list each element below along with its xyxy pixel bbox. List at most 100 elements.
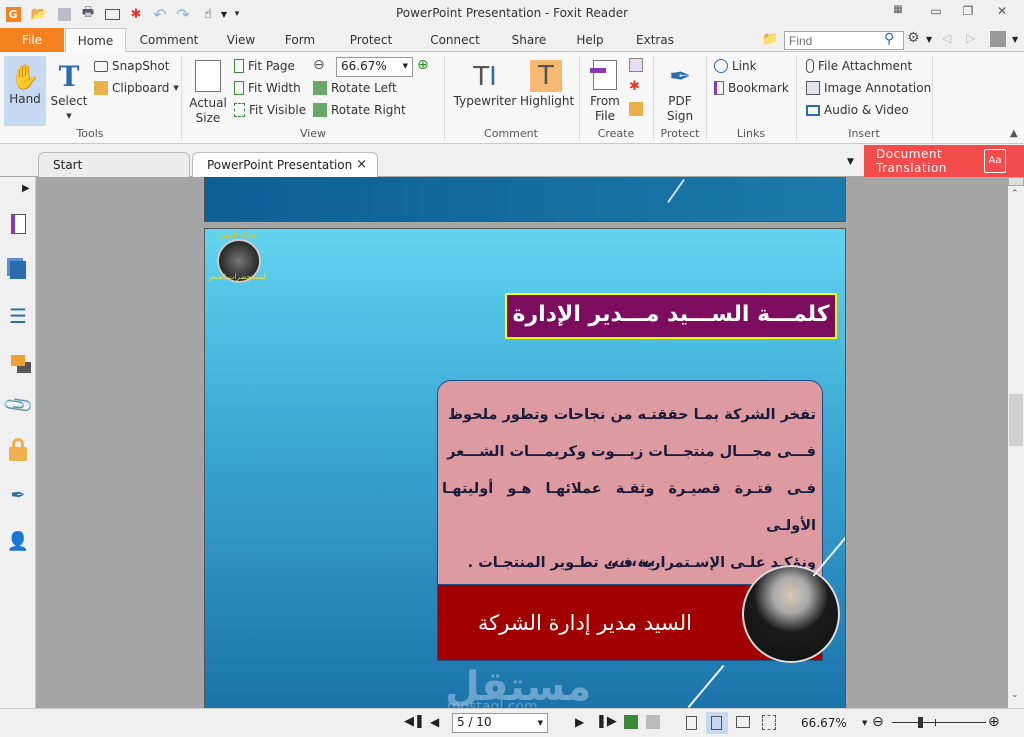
clipboard-button[interactable]: Clipboard ▼ xyxy=(94,78,179,98)
hand-tool-button[interactable]: ✋ Hand xyxy=(4,56,46,126)
from-clipboard-icon[interactable] xyxy=(629,102,643,116)
continuous-facing-icon[interactable] xyxy=(762,715,776,730)
image-annotation-button[interactable]: Image Annotation xyxy=(806,78,931,98)
globe-link-icon xyxy=(714,59,728,73)
tab-powerpoint-presentation[interactable]: PowerPoint Presentation × xyxy=(192,152,378,177)
combine-files-icon[interactable] xyxy=(629,58,643,72)
page-number-input[interactable]: 5 / 10 ▼ xyxy=(452,713,548,733)
tab-list-dropdown-icon[interactable]: ▼ xyxy=(847,157,854,167)
fullscreen-icon[interactable]: ▦ xyxy=(888,4,908,22)
next-page-icon[interactable]: ▶ xyxy=(575,715,584,729)
first-page-icon[interactable]: ◀❚ xyxy=(404,714,425,729)
folder-search-icon[interactable]: 📁 xyxy=(762,32,778,47)
zoom-in-icon[interactable]: ⊕ xyxy=(417,57,429,73)
settings-gear-icon[interactable]: ⚙ xyxy=(907,30,920,46)
blank-page-icon[interactable]: ✱ xyxy=(629,79,640,94)
user-dropdown-icon[interactable]: ▼ xyxy=(1012,35,1018,44)
tab-home[interactable]: Home xyxy=(65,28,126,53)
comments-panel-icon[interactable] xyxy=(6,348,30,372)
actual-size-icon xyxy=(195,60,221,92)
forward-nav-icon[interactable]: ▷ xyxy=(966,31,975,45)
settings-dropdown-icon[interactable]: ▼ xyxy=(926,35,932,44)
zoom-dropdown-icon: ▼ xyxy=(402,62,408,70)
camera-icon xyxy=(94,60,108,72)
tab-protect[interactable]: Protect xyxy=(342,28,400,52)
signatures-panel-icon[interactable]: ✒ xyxy=(6,483,30,507)
close-button[interactable]: ✕ xyxy=(992,4,1012,22)
document-translation-button[interactable]: Document Translation Aa xyxy=(864,145,1024,177)
pdf-sign-button[interactable]: ✒ PDF Sign xyxy=(660,56,700,124)
zoom-slider-track[interactable] xyxy=(892,722,986,723)
tab-form[interactable]: Form xyxy=(278,28,322,52)
zoom-in-icon[interactable]: ⊕ xyxy=(988,714,1000,730)
select-tool-button[interactable]: T Select ▼ xyxy=(50,56,88,124)
search-icon[interactable]: ⚲ xyxy=(884,31,894,47)
zoom-slider-thumb[interactable] xyxy=(918,717,923,728)
user-comments-panel-icon[interactable]: 👤 xyxy=(6,529,30,553)
tab-extras[interactable]: Extras xyxy=(630,28,680,52)
from-file-button[interactable]: From File xyxy=(586,56,624,124)
audio-video-button[interactable]: Audio & Video xyxy=(806,100,909,120)
tab-connect[interactable]: Connect xyxy=(424,28,486,52)
collapse-ribbon-icon[interactable]: ▲ xyxy=(1010,128,1018,139)
zoom-select[interactable]: 66.67% ▼ xyxy=(336,57,413,77)
tab-document-label: PowerPoint Presentation xyxy=(207,158,353,172)
scroll-thumb[interactable] xyxy=(1009,394,1023,446)
restore-button[interactable]: ❐ xyxy=(958,4,978,22)
layers-panel-icon[interactable]: ☰ xyxy=(6,304,30,328)
fit-width-button[interactable]: Fit Width xyxy=(234,78,301,98)
tab-file[interactable]: File xyxy=(0,28,64,52)
previous-page-icon[interactable]: ◀ xyxy=(430,715,439,729)
link-button[interactable]: Link xyxy=(714,56,757,76)
quote-marks: ،،،،،،،، xyxy=(606,551,656,570)
split-handle[interactable] xyxy=(1008,177,1024,186)
rotate-right-button[interactable]: Rotate Right xyxy=(313,100,406,120)
close-tab-icon[interactable]: × xyxy=(356,153,367,177)
zoom-dropdown-icon[interactable]: ▼ xyxy=(862,719,867,727)
view-group-label: View xyxy=(299,127,327,140)
file-attachment-button[interactable]: File Attachment xyxy=(806,56,912,76)
last-page-icon[interactable]: ❚▶ xyxy=(596,714,617,729)
expand-panel-icon[interactable]: ▶ xyxy=(22,183,30,194)
watermark-url: mostaql.com xyxy=(447,699,538,708)
minimize-button[interactable]: ▭ xyxy=(926,4,946,22)
highlight-icon: T xyxy=(530,60,562,92)
image-annotation-label: Image Annotation xyxy=(824,81,932,95)
select-text-icon: T xyxy=(58,60,80,93)
attachments-panel-icon[interactable]: 📎 xyxy=(1,388,36,422)
highlight-button[interactable]: T Highlight xyxy=(520,56,574,109)
tab-view[interactable]: View xyxy=(218,28,264,52)
actual-size-button[interactable]: Actual Size xyxy=(188,56,228,126)
zoom-out-icon[interactable]: ⊖ xyxy=(313,57,325,73)
tab-comment[interactable]: Comment xyxy=(132,28,206,52)
security-panel-icon[interactable] xyxy=(6,438,30,462)
fit-page-button[interactable]: Fit Page xyxy=(234,56,295,76)
facing-page-icon[interactable] xyxy=(736,716,750,728)
zoom-percentage[interactable]: 66.67% xyxy=(801,716,847,730)
vertical-scrollbar[interactable]: ⌃ ⌄ xyxy=(1008,177,1024,708)
continuous-page-button[interactable] xyxy=(706,712,728,734)
paperclip-icon xyxy=(806,59,814,73)
next-view-icon[interactable] xyxy=(646,715,660,729)
bookmark-button[interactable]: Bookmark xyxy=(714,78,789,98)
rotate-left-button[interactable]: Rotate Left xyxy=(313,78,397,98)
previous-view-icon[interactable] xyxy=(624,715,638,729)
fit-visible-button[interactable]: Fit Visible xyxy=(234,100,306,120)
typewriter-button[interactable]: TI Typewriter xyxy=(452,56,518,109)
scroll-up-icon[interactable]: ⌃ xyxy=(1011,189,1019,199)
tab-start[interactable]: Start xyxy=(38,152,190,177)
snapshot-button[interactable]: SnapShot xyxy=(94,56,169,76)
document-view[interactable]: شركة الزيتون لمستحضرات الشعر كلمـــة الس… xyxy=(36,177,1008,708)
zoom-out-icon[interactable]: ⊖ xyxy=(872,714,884,730)
pages-panel-icon[interactable] xyxy=(6,258,30,282)
tab-share[interactable]: Share xyxy=(506,28,552,52)
single-page-icon[interactable] xyxy=(686,716,697,730)
scroll-down-icon[interactable]: ⌄ xyxy=(1011,690,1019,700)
back-nav-icon[interactable]: ◁ xyxy=(942,31,951,45)
from-file-icon xyxy=(590,60,617,90)
user-avatar-icon[interactable] xyxy=(990,31,1006,47)
navigation-panel: ▶ ☰ 📎 ✒ 👤 xyxy=(0,177,39,708)
bookmarks-panel-icon[interactable] xyxy=(6,212,30,236)
actual-size-label-1: Actual xyxy=(189,96,227,110)
tab-help[interactable]: Help xyxy=(570,28,610,52)
